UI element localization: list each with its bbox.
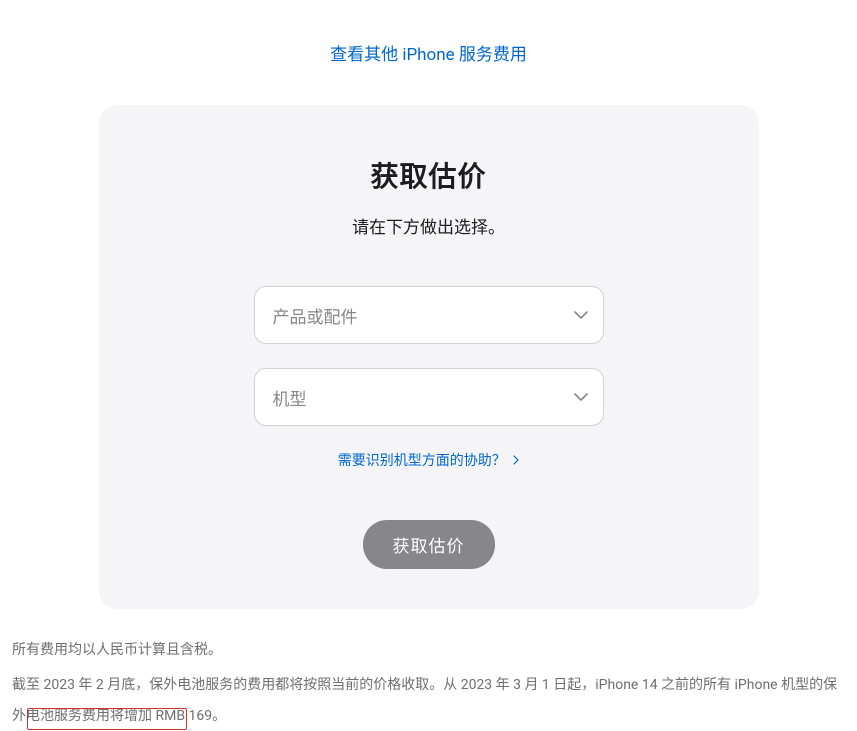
product-select-wrap: 产品或配件 [254,286,604,344]
footer-line-1: 所有费用均以人民币计算且含税。 [12,635,845,666]
model-select-placeholder: 机型 [273,385,307,410]
model-select[interactable]: 机型 [254,368,604,426]
identify-model-help-link[interactable]: 需要识别机型方面的协助？ [338,453,519,469]
product-select-placeholder: 产品或配件 [273,303,358,328]
get-estimate-button[interactable]: 获取估价 [363,520,495,569]
product-select[interactable]: 产品或配件 [254,286,604,344]
footer-line-2: 截至 2023 年 2 月底，保外电池服务的费用都将按照当前的价格收取。从 20… [12,670,845,731]
help-link-label: 需要识别机型方面的协助？ [338,453,506,469]
footer-disclaimer: 所有费用均以人民币计算且含税。 截至 2023 年 2 月底，保外电池服务的费用… [10,635,847,731]
card-title: 获取估价 [139,155,719,195]
chevron-right-icon [513,453,519,469]
other-services-link-wrap: 查看其他 iPhone 服务费用 [10,40,847,65]
card-subtitle: 请在下方做出选择。 [139,213,719,238]
footer-line-2-text: 截至 2023 年 2 月底，保外电池服务的费用都将按照当前的价格收取。从 20… [12,677,837,724]
help-link-wrap: 需要识别机型方面的协助？ [139,450,719,470]
other-services-link[interactable]: 查看其他 iPhone 服务费用 [330,45,527,65]
estimate-card: 获取估价 请在下方做出选择。 产品或配件 机型 需要识别机型方面的协助？ [99,105,759,609]
model-select-wrap: 机型 [254,368,604,426]
